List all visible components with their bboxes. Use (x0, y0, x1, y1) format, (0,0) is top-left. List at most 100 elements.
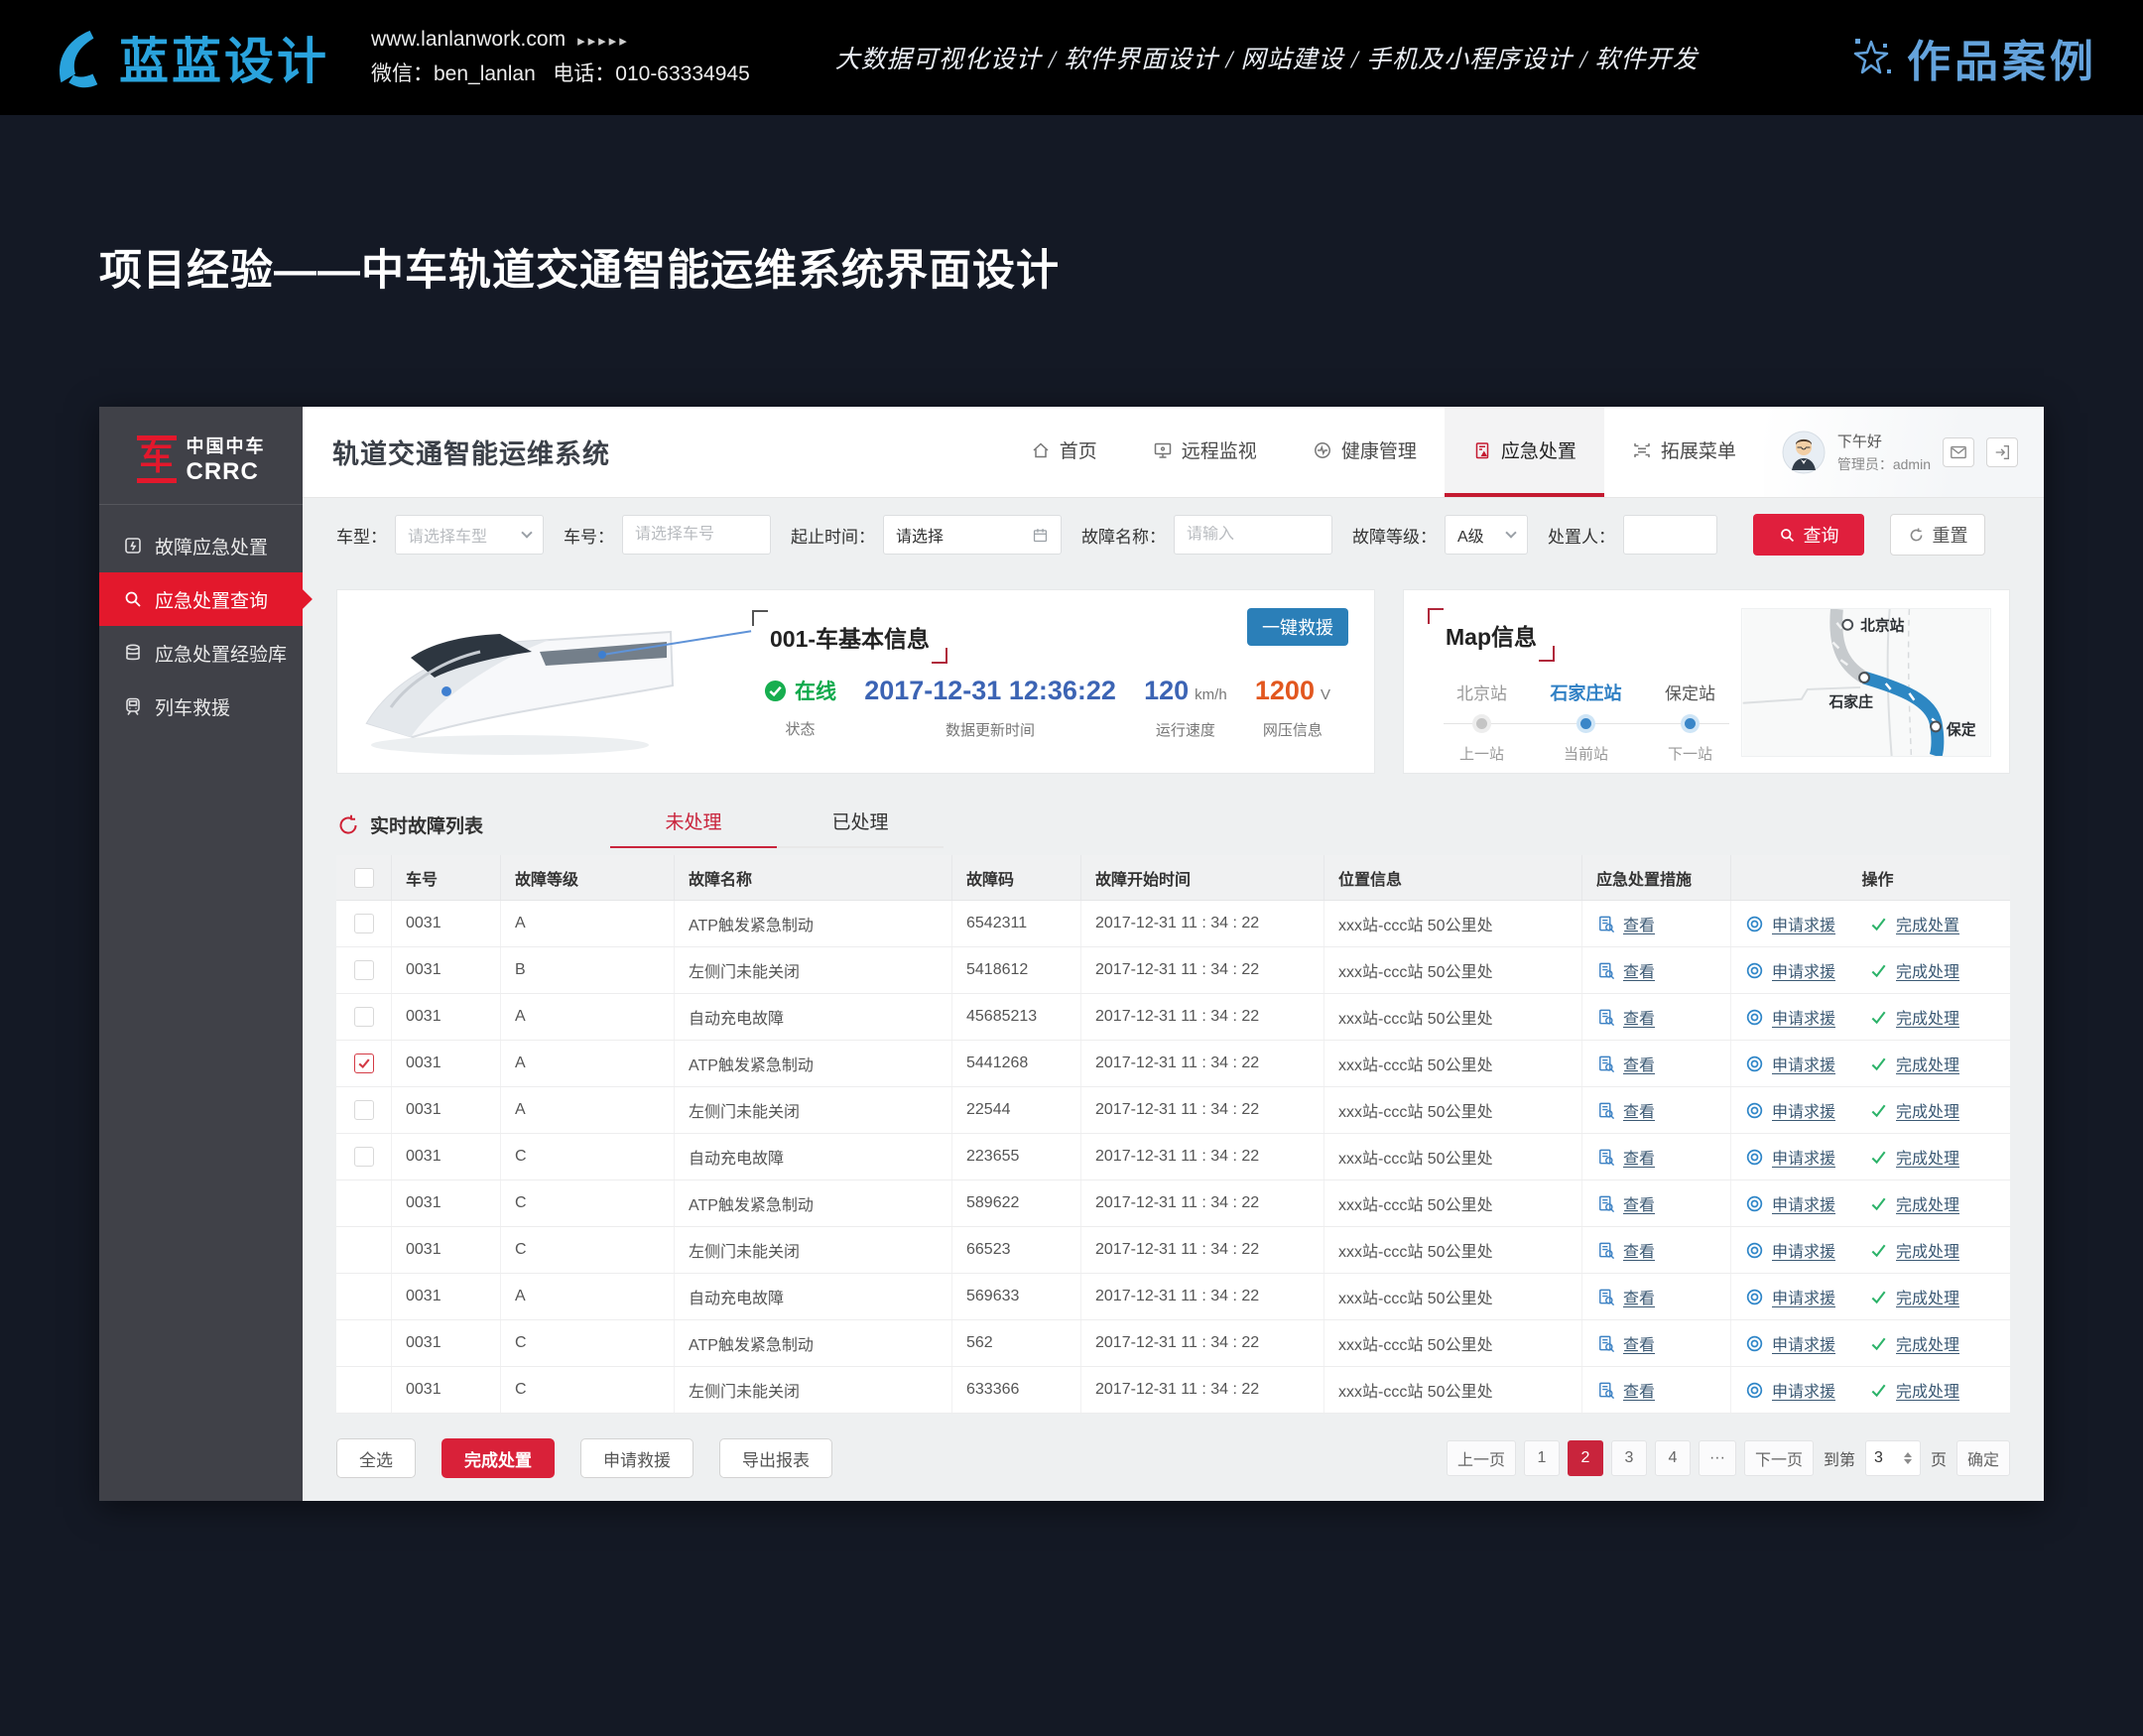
complete-link[interactable]: 完成处理 (1869, 1052, 1959, 1075)
done-check-icon (1869, 1148, 1888, 1167)
fault-time-cell: 2017-12-31 11 : 34 : 22 (1081, 1227, 1324, 1273)
select-all-button[interactable]: 全选 (336, 1438, 416, 1478)
location-cell: xxx站-ccc站 50公里处 (1324, 1180, 1582, 1226)
mail-button[interactable] (1943, 437, 1974, 467)
page-number-button[interactable]: 2 (1568, 1440, 1603, 1476)
request-rescue-link[interactable]: 申请求援 (1745, 1238, 1835, 1262)
nav-item-home[interactable]: 首页 (1003, 407, 1125, 497)
complete-link[interactable]: 完成处理 (1869, 1238, 1959, 1262)
sidebar-item-train-rescue[interactable]: 列车救援 (99, 680, 303, 733)
request-rescue-link[interactable]: 申请求援 (1745, 1378, 1835, 1402)
row-checkbox[interactable] (354, 1147, 374, 1167)
fault-level-select[interactable]: A级 (1445, 515, 1528, 555)
view-link[interactable]: 查看 (1596, 1331, 1655, 1355)
sidebar-item-emergency-query[interactable]: 应急处置查询 (99, 572, 303, 626)
complete-link[interactable]: 完成处理 (1869, 958, 1959, 982)
view-link[interactable]: 查看 (1596, 1052, 1655, 1075)
row-checkbox[interactable] (354, 914, 374, 933)
view-link[interactable]: 查看 (1596, 1191, 1655, 1215)
request-rescue-link[interactable]: 申请求援 (1745, 1005, 1835, 1029)
tab-unhandled[interactable]: 未处理 (610, 807, 777, 848)
date-picker[interactable]: 请选择 (883, 515, 1062, 555)
complete-handle-button[interactable]: 完成处置 (441, 1438, 555, 1478)
view-link[interactable]: 查看 (1596, 1238, 1655, 1262)
confirm-page-button[interactable]: 确定 (1956, 1440, 2010, 1476)
page-number-button[interactable]: 3 (1611, 1440, 1647, 1476)
view-link[interactable]: 查看 (1596, 958, 1655, 982)
nav-item-health[interactable]: 健康管理 (1285, 407, 1445, 497)
checkbox-cell (336, 1180, 392, 1226)
row-checkbox[interactable] (354, 1007, 374, 1027)
page-number-button[interactable]: 1 (1524, 1440, 1560, 1476)
view-link[interactable]: 查看 (1596, 1005, 1655, 1029)
fault-table-body: 0031AATP触发紧急制动65423112017-12-31 11 : 34 … (336, 901, 2010, 1414)
table-row: 0031B左侧门未能关闭54186122017-12-31 11 : 34 : … (336, 947, 2010, 994)
search-button[interactable]: 查询 (1753, 514, 1864, 556)
complete-link[interactable]: 完成处理 (1869, 1098, 1959, 1122)
complete-link[interactable]: 完成处理 (1869, 1378, 1959, 1402)
request-rescue-link[interactable]: 申请求援 (1745, 1331, 1835, 1355)
avatar[interactable] (1782, 431, 1826, 474)
handler-input[interactable] (1636, 526, 1704, 544)
measures-cell: 查看 (1582, 1087, 1731, 1133)
complete-link[interactable]: 完成处理 (1869, 1331, 1959, 1355)
reset-button[interactable]: 重置 (1890, 514, 1985, 556)
complete-link[interactable]: 完成处理 (1869, 1005, 1959, 1029)
complete-link[interactable]: 完成处置 (1869, 912, 1959, 935)
select-all-checkbox[interactable] (354, 868, 374, 888)
main-nav: 首页 远程监视 健康管理 应急处置 拓展菜单 (1003, 407, 1764, 497)
request-rescue-button[interactable]: 申请救援 (580, 1438, 693, 1478)
wechat-label: 微信：ben_lanlan (371, 62, 536, 85)
sidebar-item-experience-library[interactable]: 应急处置经验库 (99, 626, 303, 680)
request-rescue-link[interactable]: 申请求援 (1745, 912, 1835, 935)
fault-code-cell: 45685213 (952, 994, 1081, 1040)
chevron-down-icon (521, 527, 532, 538)
view-link[interactable]: 查看 (1596, 1378, 1655, 1402)
page-number-button[interactable]: 4 (1655, 1440, 1691, 1476)
sidebar: 车 中国中车 CRRC 故障应急处置 应急处置查询 应急处置经验库 列车救援 (99, 407, 303, 1501)
info-card-title: 001-车基本信息 (752, 610, 947, 664)
fault-name-input[interactable] (1187, 526, 1320, 544)
request-rescue-link[interactable]: 申请求援 (1745, 1052, 1835, 1075)
sidebar-item-fault-emergency[interactable]: 故障应急处置 (99, 519, 303, 572)
vehicle-no-input[interactable] (635, 526, 758, 544)
vehicle-type-select[interactable]: 请选择车型 (395, 515, 544, 555)
complete-link[interactable]: 完成处理 (1869, 1285, 1959, 1308)
route-map[interactable]: 北京站 石家庄 保定 (1741, 608, 1991, 757)
measures-cell: 查看 (1582, 1134, 1731, 1179)
prev-page-button[interactable]: 上一页 (1447, 1440, 1516, 1476)
request-rescue-link[interactable]: 申请求援 (1745, 958, 1835, 982)
view-link[interactable]: 查看 (1596, 912, 1655, 935)
export-report-button[interactable]: 导出报表 (719, 1438, 832, 1478)
ops-cell: 申请求援 完成处理 (1731, 1087, 2010, 1133)
checkbox-cell (336, 1320, 392, 1366)
view-link[interactable]: 查看 (1596, 1145, 1655, 1169)
nav-item-remote-monitor[interactable]: 远程监视 (1125, 407, 1285, 497)
current-station-dot (1580, 718, 1591, 729)
next-page-button[interactable]: 下一页 (1744, 1440, 1814, 1476)
update-time-value: 2017-12-31 12:36:22 (864, 676, 1116, 706)
view-doc-icon (1596, 1381, 1615, 1400)
tab-handled[interactable]: 已处理 (777, 807, 944, 848)
one-key-rescue-button[interactable]: 一键救援 (1247, 608, 1348, 646)
request-rescue-link[interactable]: 申请求援 (1745, 1098, 1835, 1122)
location-cell: xxx站-ccc站 50公里处 (1324, 947, 1582, 993)
logout-button[interactable] (1986, 437, 2018, 467)
nav-item-emergency[interactable]: 应急处置 (1445, 407, 1604, 497)
rescue-ring-icon (1745, 1288, 1764, 1306)
row-checkbox[interactable] (354, 960, 374, 980)
complete-link[interactable]: 完成处理 (1869, 1145, 1959, 1169)
done-check-icon (1869, 1194, 1888, 1213)
request-rescue-link[interactable]: 申请求援 (1745, 1191, 1835, 1215)
nav-item-extended-menu[interactable]: 拓展菜单 (1604, 407, 1764, 497)
view-link[interactable]: 查看 (1596, 1098, 1655, 1122)
request-rescue-link[interactable]: 申请求援 (1745, 1285, 1835, 1308)
row-checkbox[interactable] (354, 1100, 374, 1120)
request-rescue-link[interactable]: 申请求援 (1745, 1145, 1835, 1169)
goto-page-input[interactable]: 3 (1865, 1440, 1921, 1476)
prev-station-name: 北京站 (1456, 684, 1507, 703)
row-checkbox[interactable] (354, 1054, 374, 1073)
view-link[interactable]: 查看 (1596, 1285, 1655, 1308)
complete-link[interactable]: 完成处理 (1869, 1191, 1959, 1215)
spinner-arrows-icon[interactable] (1904, 1452, 1912, 1464)
